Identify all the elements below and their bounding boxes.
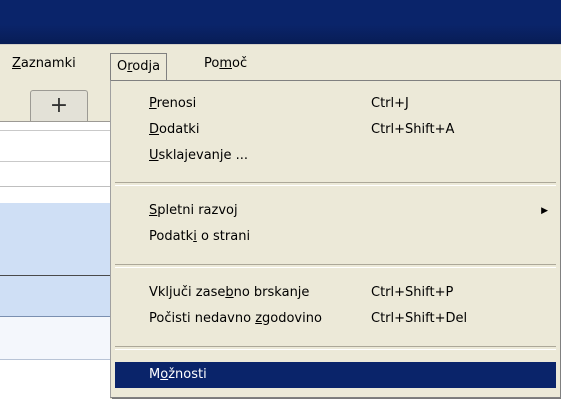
shortcut-label: Ctrl+J (371, 96, 409, 111)
menu-bookmarks-mnemonic: Z (12, 56, 21, 71)
menu-separator (115, 264, 556, 268)
menu-item-label: Počisti nedavno (149, 311, 256, 326)
menu-help-label-b: oč (232, 56, 248, 71)
menu-help[interactable]: Pomoč (198, 54, 253, 74)
menu-item-web-developer[interactable]: Spletni razvoj ▶ (115, 198, 556, 224)
shortcut-label: Ctrl+Shift+P (371, 285, 454, 300)
content-row[interactable] (0, 276, 110, 317)
mnemonic: U (149, 148, 159, 163)
address-field[interactable] (0, 130, 110, 162)
address-bar-area[interactable] (0, 122, 110, 187)
menu-item-label: žnosti (168, 367, 207, 382)
tools-menu-dropdown: Prenosi Ctrl+J Dodatki Ctrl+Shift+A Uskl… (110, 80, 561, 398)
menu-separator (115, 346, 556, 350)
menu-item-label: godovino (262, 311, 322, 326)
menu-item-label: Podatk (149, 229, 194, 244)
menu-tools[interactable]: Orodja (110, 53, 168, 82)
submenu-arrow-icon: ▶ (541, 206, 548, 216)
menu-item-options[interactable]: Možnosti (115, 362, 556, 388)
menu-item-private-browsing[interactable]: Vključi zasebno brskanje Ctrl+Shift+P (115, 280, 556, 306)
menu-item-addons[interactable]: Dodatki Ctrl+Shift+A (115, 117, 556, 143)
menu-item-downloads[interactable]: Prenosi Ctrl+J (115, 91, 556, 117)
mnemonic: D (149, 122, 160, 137)
menu-item-label: renosi (156, 96, 197, 111)
mnemonic: P (149, 96, 157, 111)
shortcut-label: Ctrl+Shift+A (371, 122, 455, 137)
menu-item-label: sklajevanje ... (158, 148, 249, 163)
menu-bar: Zaznamki Orodja Pomoč (0, 44, 561, 82)
menu-item-label: pletni razvoj (157, 203, 238, 218)
menu-item-page-info[interactable]: Podatki o strani (115, 224, 556, 250)
content-row (0, 360, 110, 399)
menu-item-label: Vključi zase (149, 285, 226, 300)
content-row-selected[interactable] (0, 203, 110, 276)
content-row[interactable] (0, 317, 110, 360)
mnemonic: z (255, 311, 263, 326)
tab-strip: + (0, 81, 110, 122)
menu-bookmarks-label: aznamki (20, 56, 76, 71)
menu-help-label-a: Po (204, 56, 220, 71)
menu-item-sync[interactable]: Usklajevanje ... (115, 143, 556, 169)
menu-bookmarks[interactable]: Zaznamki (6, 54, 82, 74)
menu-separator (115, 182, 556, 186)
menu-item-label: odatki (159, 122, 200, 137)
menu-tools-label-b: odja (132, 59, 161, 74)
page-content (0, 187, 110, 399)
menu-item-clear-history[interactable]: Počisti nedavno zgodovino Ctrl+Shift+Del (115, 306, 556, 332)
mnemonic: o (160, 367, 169, 382)
menu-item-label: M (149, 367, 161, 382)
menu-item-label: o strani (196, 229, 251, 244)
menu-item-label: no brskanje (233, 285, 310, 300)
mnemonic: b (225, 285, 234, 300)
new-tab-button[interactable]: + (30, 90, 88, 121)
content-row (0, 187, 110, 203)
window-titlebar (0, 0, 561, 44)
menu-tools-label-a: O (117, 59, 128, 74)
menu-help-mnemonic: m (219, 56, 233, 71)
shortcut-label: Ctrl+Shift+Del (371, 311, 468, 326)
